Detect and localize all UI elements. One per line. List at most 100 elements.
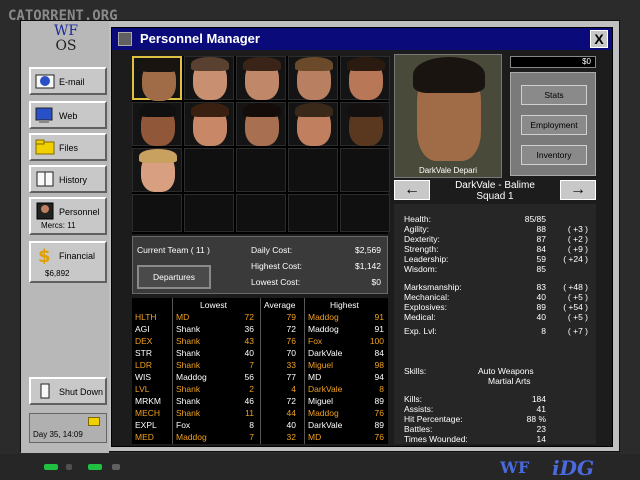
team-stats-table: Lowest Average Highest HLTH MD 72 79 Maddog 9…	[132, 298, 388, 444]
financial-label: Financial	[59, 251, 96, 261]
lowest-value: 72	[244, 312, 254, 322]
lowest-merc: Maddog	[176, 372, 207, 382]
logo-wf-text: WF	[53, 23, 79, 39]
window-titlebar: Personnel Manager X	[112, 28, 612, 50]
merc-portrait[interactable]	[340, 102, 390, 146]
merc-stat-row: Dexterity: 87 ( +2 )	[404, 234, 590, 244]
stat-name: DEX	[135, 336, 153, 346]
personnel-label: Personnel	[59, 207, 100, 217]
departures-button[interactable]: Departures	[137, 265, 211, 289]
shutdown-label: Shut Down	[59, 387, 104, 397]
merc-portrait[interactable]	[288, 56, 338, 100]
skill-2: Martial Arts	[488, 376, 531, 386]
highest-value: 94	[374, 372, 384, 382]
web-button[interactable]: Web	[29, 101, 107, 129]
personnel-button[interactable]: Personnel Mercs: 11	[29, 197, 107, 235]
highest-value: 76	[374, 432, 384, 442]
empty-slot	[184, 148, 234, 192]
merc-stat-row: Mechanical: 40 ( +5 )	[404, 292, 590, 302]
merc-portrait[interactable]	[236, 102, 286, 146]
stat-name: MRKM	[135, 396, 161, 406]
files-button[interactable]: Files	[29, 133, 107, 161]
merc-stats-panel: Health: 85/85 Agility: 88 ( +3 ) Dexterity: 87…	[394, 204, 596, 444]
highest-merc: Miguel	[308, 360, 334, 370]
book-icon	[35, 170, 55, 188]
merc-portrait[interactable]	[132, 102, 182, 146]
average-value: 72	[286, 324, 296, 334]
average-value: 70	[286, 348, 296, 358]
highest-value: 76	[374, 408, 384, 418]
window-title: Personnel Manager	[140, 31, 260, 46]
lowest-value: 43	[244, 336, 254, 346]
financial-button[interactable]: $ Financial $6,892	[29, 241, 107, 283]
highest-merc: MD	[308, 432, 322, 442]
power-icon	[35, 382, 55, 400]
stat-value: 40	[536, 312, 546, 322]
inventory-button[interactable]: Inventory	[521, 145, 587, 165]
laptop-taskbar: WF iDG	[0, 454, 640, 480]
stat-label: Marksmanship:	[404, 282, 462, 292]
stat-value: 87	[536, 234, 546, 244]
folder-icon[interactable]	[88, 417, 100, 426]
lowest-value: 36	[244, 324, 254, 334]
empty-slot	[288, 194, 338, 232]
os-sidebar: WF OS E-mail Web Files History Personnel…	[21, 21, 109, 453]
record-label: Kills:	[404, 394, 422, 404]
highest-merc: Maddog	[308, 324, 339, 334]
lowest-merc: Fox	[176, 420, 191, 430]
lowest-header: Lowest	[200, 300, 227, 310]
stat-value: 85	[536, 264, 546, 274]
empty-slot	[132, 194, 182, 232]
merc-portrait[interactable]	[340, 56, 390, 100]
merc-stat-row: Agility: 88 ( +3 )	[404, 224, 590, 234]
merc-portrait[interactable]	[132, 148, 182, 192]
stat-value: 85/85	[524, 214, 546, 224]
email-button[interactable]: E-mail	[29, 67, 107, 95]
personnel-icon	[35, 202, 55, 220]
dollar-icon: $	[35, 246, 55, 267]
history-button[interactable]: History	[29, 165, 107, 193]
stats-row: MECH Shank 11 44 Maddog 76	[132, 408, 388, 420]
average-header: Average	[264, 300, 296, 310]
merc-stat-row: Exp. Lvl: 8 ( +7 )	[404, 326, 590, 336]
next-merc-button[interactable]: →	[560, 180, 596, 200]
merc-record-row: Kills: 184	[404, 394, 590, 404]
status-led-icon	[88, 464, 102, 470]
merc-portrait[interactable]	[236, 56, 286, 100]
stats-button[interactable]: Stats	[521, 85, 587, 105]
highest-merc: Miguel	[308, 396, 334, 406]
lowest-value: 7	[249, 360, 254, 370]
stat-value: 89	[536, 302, 546, 312]
merc-portrait[interactable]	[288, 102, 338, 146]
selected-merc-portrait: DarkVale Depari	[394, 54, 502, 178]
merc-stat-row: Explosives: 89 ( +54 )	[404, 302, 590, 312]
merc-stat-row: Medical: 40 ( +5 )	[404, 312, 590, 322]
employment-button[interactable]: Employment	[521, 115, 587, 135]
stats-row: STR Shank 40 70 DarkVale 84	[132, 348, 388, 360]
wf-logo: WF	[500, 458, 530, 477]
balance-amount: $6,892	[45, 269, 70, 278]
shutdown-button[interactable]: Shut Down	[29, 377, 107, 405]
personnel-manager-window: Personnel Manager X Current Team (11) …	[111, 27, 613, 447]
empty-slot	[340, 194, 390, 232]
merc-portrait[interactable]	[132, 56, 182, 101]
merc-portrait[interactable]	[184, 102, 234, 146]
stat-label: Explosives:	[404, 302, 447, 312]
record-value: 41	[536, 404, 546, 414]
average-value: 32	[286, 432, 296, 442]
stat-name: HLTH	[135, 312, 157, 322]
stat-name: LDR	[135, 360, 153, 370]
highest-cost-value: $1,142	[355, 261, 381, 271]
lowest-value: 7	[249, 432, 254, 442]
lowest-value: 40	[244, 348, 254, 358]
close-button[interactable]: X	[590, 30, 608, 48]
merc-portrait[interactable]	[184, 56, 234, 100]
web-icon	[35, 106, 55, 124]
prev-merc-button[interactable]: ←	[394, 180, 430, 200]
merc-portrait-caption: DarkVale Depari	[418, 166, 478, 175]
merc-hair	[413, 57, 485, 93]
lowest-value: 11	[245, 408, 254, 418]
logo-os-text: OS	[55, 38, 77, 54]
record-value: 88 %	[526, 414, 546, 424]
lowest-merc: Shank	[176, 384, 201, 394]
